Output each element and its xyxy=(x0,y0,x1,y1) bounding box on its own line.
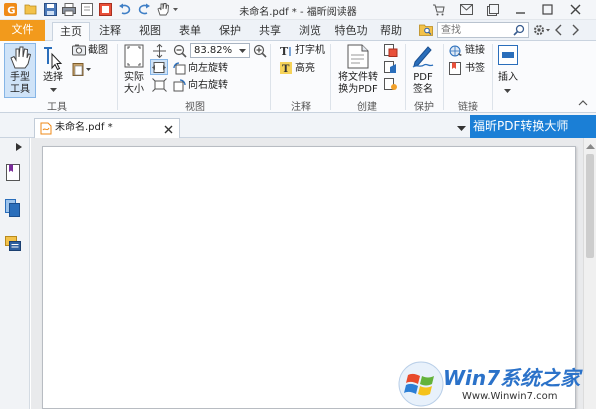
scrollbar-thumb[interactable] xyxy=(586,154,594,258)
group-label-create: 创建 xyxy=(357,102,377,113)
actual-size-label[interactable]: 实际 大小 xyxy=(120,72,148,96)
tab-share[interactable]: 共享 xyxy=(253,22,287,41)
ribbon-separator xyxy=(405,44,406,110)
zoom-dropdown-icon[interactable] xyxy=(239,49,246,54)
tab-featured[interactable]: 特色功 xyxy=(331,22,371,41)
tab-form[interactable]: 表单 xyxy=(173,22,207,41)
svg-text:T: T xyxy=(282,64,290,74)
convert-to-pdf-label[interactable]: 将文件转 换为PDF xyxy=(336,72,380,96)
search-box[interactable] xyxy=(437,22,529,38)
hand-tool-label: 手型 工具 xyxy=(10,72,30,95)
fit-visible-icon[interactable] xyxy=(152,78,167,95)
rotate-right-label[interactable]: 向右旋转 xyxy=(188,80,228,92)
tab-protect[interactable]: 保护 xyxy=(213,22,247,41)
clipboard-icon[interactable] xyxy=(72,62,92,79)
from-file-icon[interactable] xyxy=(384,44,398,60)
group-label-view: 视图 xyxy=(185,102,205,113)
watermark-brand: Win7系统之家 xyxy=(443,366,581,390)
actual-size-icon xyxy=(124,44,144,71)
tab-comment[interactable]: 注释 xyxy=(93,22,127,41)
tab-home[interactable]: 主页 xyxy=(52,22,90,42)
typewriter-icon: T xyxy=(280,45,293,60)
tabs-scroll-right-icon[interactable] xyxy=(570,24,580,39)
navigation-panel xyxy=(0,138,33,409)
cart-icon[interactable] xyxy=(428,1,448,18)
document-tab-icon xyxy=(40,122,52,135)
insert-icon xyxy=(498,45,518,68)
select-button-label[interactable]: 选择 xyxy=(41,72,65,84)
blank-page-icon[interactable] xyxy=(384,78,398,94)
restore-ribbon-icon[interactable] xyxy=(483,1,503,18)
tab-browse[interactable]: 浏览 xyxy=(293,22,327,41)
ribbon-separator xyxy=(492,44,493,110)
screenshot-label[interactable]: 截图 xyxy=(88,45,108,57)
windows-logo-icon xyxy=(398,361,444,407)
insert-dropdown-icon[interactable] xyxy=(504,86,511,97)
from-scanner-icon[interactable] xyxy=(384,61,398,77)
watermark: Win7系统之家 Www.Winwin7.com xyxy=(396,357,596,409)
message-icon[interactable] xyxy=(456,1,476,18)
bookmarks-panel-icon[interactable] xyxy=(6,164,20,184)
minimize-icon[interactable] xyxy=(510,1,530,18)
rotate-left-label[interactable]: 向左旋转 xyxy=(188,63,228,75)
screenshot-icon xyxy=(72,44,87,59)
highlight-label[interactable]: 高亮 xyxy=(295,63,315,75)
close-icon[interactable] xyxy=(565,1,585,18)
tabs-scroll-left-icon[interactable] xyxy=(554,24,564,39)
search-input[interactable] xyxy=(438,23,510,37)
comments-panel-icon[interactable] xyxy=(5,236,21,255)
ribbon-separator xyxy=(330,44,331,110)
window-title: 未命名.pdf * - 福昕阅读器 xyxy=(239,7,357,18)
bookmark-icon xyxy=(449,62,462,78)
ribbon-separator xyxy=(270,44,271,110)
convert-to-pdf-icon xyxy=(347,44,369,72)
select-icon xyxy=(42,46,64,73)
fit-width-button[interactable] xyxy=(150,59,168,75)
rotate-right-icon xyxy=(173,79,186,95)
group-label-comment: 注释 xyxy=(291,102,311,113)
tab-list-dropdown-icon[interactable] xyxy=(457,124,466,135)
settings-gear-icon[interactable] xyxy=(533,23,551,40)
typewriter-label[interactable]: 打字机 xyxy=(295,45,325,57)
group-label-links: 链接 xyxy=(458,102,478,113)
link-label[interactable]: 链接 xyxy=(465,45,485,57)
close-tab-icon[interactable] xyxy=(164,125,173,134)
foxit-pdf-converter-banner[interactable]: 福昕PDF转换大师 xyxy=(470,115,596,138)
zoom-out-icon[interactable] xyxy=(173,44,187,61)
pages-panel-icon[interactable] xyxy=(5,199,21,220)
svg-text:T: T xyxy=(280,45,289,57)
search-icon[interactable] xyxy=(513,24,525,39)
hand-tool-icon xyxy=(9,45,32,72)
rotate-left-icon xyxy=(173,62,186,78)
tab-help[interactable]: 帮助 xyxy=(374,22,408,41)
pdf-sign-label[interactable]: PDF 签名 xyxy=(408,72,438,96)
title-bar: G 未命名.pdf * - 福昕阅读器 xyxy=(0,0,596,20)
document-tab-label: 未命名.pdf * xyxy=(55,122,113,133)
document-tab[interactable]: 未命名.pdf * xyxy=(34,118,180,138)
zoom-value: 83.82% xyxy=(194,45,233,56)
scroll-up-icon[interactable] xyxy=(586,144,595,150)
group-label-protect: 保护 xyxy=(414,102,434,113)
maximize-icon[interactable] xyxy=(537,1,557,18)
insert-label[interactable]: 插入 xyxy=(494,72,522,84)
foxit-reader-window: G 未命名.pdf * - 福昕阅读器 文件 主页 注释 视图 表单 保护 共享… xyxy=(0,0,596,409)
collapse-ribbon-icon[interactable] xyxy=(578,99,588,110)
expand-panel-icon[interactable] xyxy=(16,143,22,154)
pdf-sign-icon xyxy=(411,44,435,72)
ribbon-separator xyxy=(443,44,444,110)
bookmark-label[interactable]: 书签 xyxy=(465,63,485,75)
highlight-icon: T xyxy=(280,62,292,74)
find-folder-icon[interactable] xyxy=(419,23,433,39)
tab-view[interactable]: 视图 xyxy=(133,22,167,41)
ribbon-separator xyxy=(117,44,118,110)
watermark-url: Www.Winwin7.com xyxy=(462,391,558,402)
select-dropdown-icon[interactable] xyxy=(50,85,57,96)
zoom-select[interactable]: 83.82% xyxy=(190,43,250,58)
group-label-tools: 工具 xyxy=(47,102,67,113)
link-icon xyxy=(449,45,463,60)
zoom-in-icon[interactable] xyxy=(253,44,267,61)
tab-file[interactable]: 文件 xyxy=(0,20,45,41)
